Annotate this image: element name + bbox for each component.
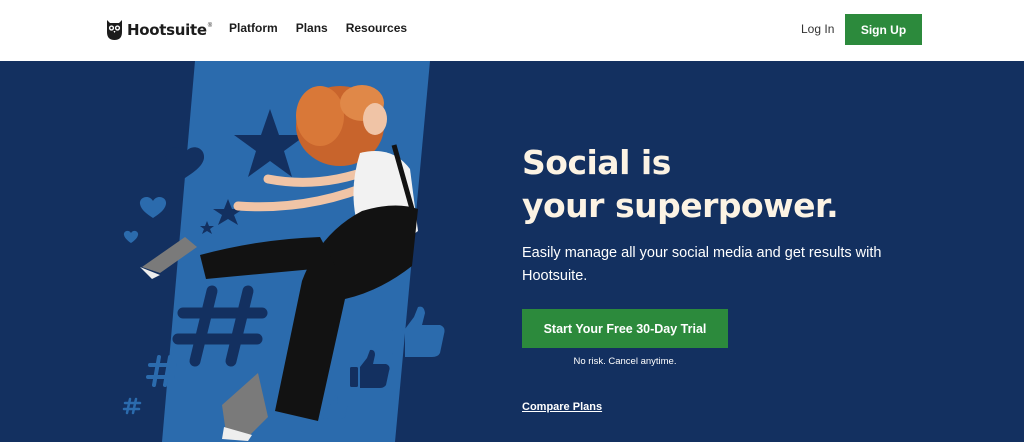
- heart-icon: [139, 197, 167, 218]
- cta-note: No risk. Cancel anytime.: [573, 356, 677, 367]
- hero-illustration: [122, 61, 445, 442]
- headline-line-1: Social is: [522, 143, 671, 182]
- hashtag-icon: [122, 397, 142, 415]
- logo-text: Hootsuite: [127, 21, 207, 39]
- primary-nav: Platform Plans Resources: [229, 21, 407, 35]
- heart-icon: [123, 230, 139, 243]
- logo-registered-mark: ®: [207, 23, 213, 29]
- hero-headline: Social is your superpower.: [522, 141, 982, 227]
- hero-section: Social is your superpower. Easily manage…: [0, 61, 1024, 442]
- hero-subtext: Easily manage all your social media and …: [522, 245, 882, 284]
- signup-button[interactable]: Sign Up: [845, 14, 922, 45]
- nav-link-resources[interactable]: Resources: [346, 21, 407, 35]
- nav-link-platform[interactable]: Platform: [229, 21, 278, 35]
- compare-plans-link[interactable]: Compare Plans: [522, 401, 602, 413]
- top-nav: Hootsuite ® Platform Plans Resources Log…: [0, 0, 1024, 61]
- login-link[interactable]: Log In: [801, 22, 834, 36]
- owl-logo-icon: [107, 20, 122, 40]
- headline-line-2: your superpower.: [522, 186, 839, 225]
- start-free-trial-button[interactable]: Start Your Free 30-Day Trial: [522, 309, 728, 348]
- nav-link-plans[interactable]: Plans: [296, 21, 328, 35]
- hootsuite-logo[interactable]: Hootsuite ®: [106, 18, 212, 42]
